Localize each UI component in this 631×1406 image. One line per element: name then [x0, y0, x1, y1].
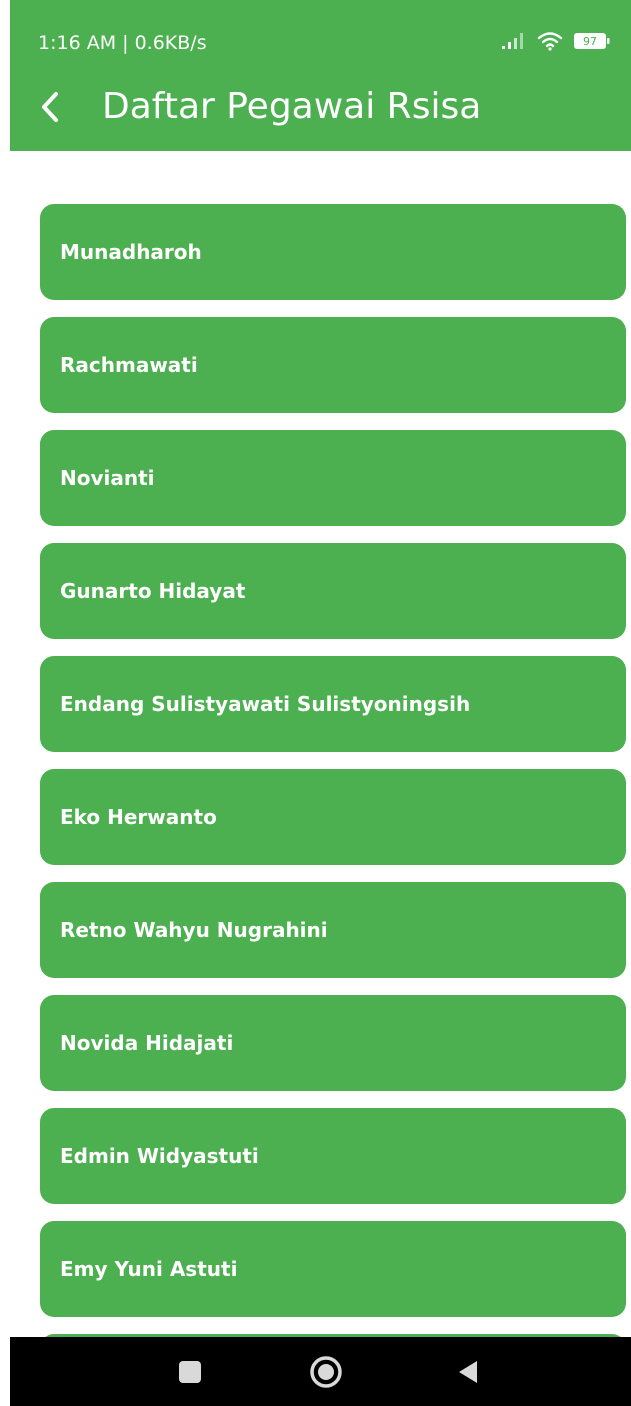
home-circle-icon: [310, 1355, 342, 1388]
list-item[interactable]: Novida Hidajati: [40, 995, 626, 1091]
app-bar: 1:16 AM | 0.6KB/s 97 Daftar Pegawai Rsis…: [10, 0, 631, 151]
employee-name: Retno Wahyu Nugrahini: [60, 918, 328, 942]
list-item[interactable]: Novianti: [40, 430, 626, 526]
list-item[interactable]: Gunarto Hidayat: [40, 543, 626, 639]
back-triangle-icon: [459, 1360, 477, 1383]
employee-name: Endang Sulistyawati Sulistyoningsih: [60, 692, 471, 716]
employee-name: Munadharoh: [60, 240, 202, 264]
list-item[interactable]: Munadharoh: [40, 204, 626, 300]
status-time: 1:16 AM | 0.6KB/s: [38, 32, 207, 54]
home-button[interactable]: [291, 1337, 361, 1406]
list-item[interactable]: Endang Sulistyawati Sulistyoningsih: [40, 656, 626, 752]
employee-name: Rachmawati: [60, 353, 198, 377]
recents-button[interactable]: [155, 1337, 225, 1406]
employee-name: Novida Hidajati: [60, 1031, 234, 1055]
list-item[interactable]: Rachmawati: [40, 317, 626, 413]
back-button[interactable]: [30, 82, 70, 132]
list-item[interactable]: Retno Wahyu Nugrahini: [40, 882, 626, 978]
wifi-icon: [537, 32, 563, 51]
employee-name: Eko Herwanto: [60, 805, 217, 829]
employee-name: Edmin Widyastuti: [60, 1144, 259, 1168]
list-item[interactable]: Edmin Widyastuti: [40, 1108, 626, 1204]
employee-name: Emy Yuni Astuti: [60, 1257, 238, 1281]
recents-square-icon: [179, 1360, 201, 1383]
page-title: Daftar Pegawai Rsisa: [102, 86, 482, 127]
status-bar: 1:16 AM | 0.6KB/s 97: [10, 0, 631, 78]
list-item[interactable]: Eko Herwanto: [40, 769, 626, 865]
back-nav-button[interactable]: [433, 1337, 503, 1406]
battery-icon: 97: [574, 33, 610, 49]
chevron-left-icon: [42, 92, 58, 122]
toolbar: Daftar Pegawai Rsisa: [10, 78, 631, 151]
employee-name: Gunarto Hidayat: [60, 579, 246, 603]
list-item[interactable]: Emy Yuni Astuti: [40, 1221, 626, 1317]
employee-name: Novianti: [60, 466, 155, 490]
battery-level: 97: [583, 35, 597, 48]
status-icons: 97: [501, 30, 611, 52]
employee-list: Munadharoh Rachmawati Novianti Gunarto H…: [40, 204, 626, 1406]
app-screen: 1:16 AM | 0.6KB/s 97 Daftar Pegawai Rsis…: [10, 0, 631, 1406]
signal-icon: [502, 33, 523, 49]
system-nav-bar: [10, 1337, 631, 1406]
